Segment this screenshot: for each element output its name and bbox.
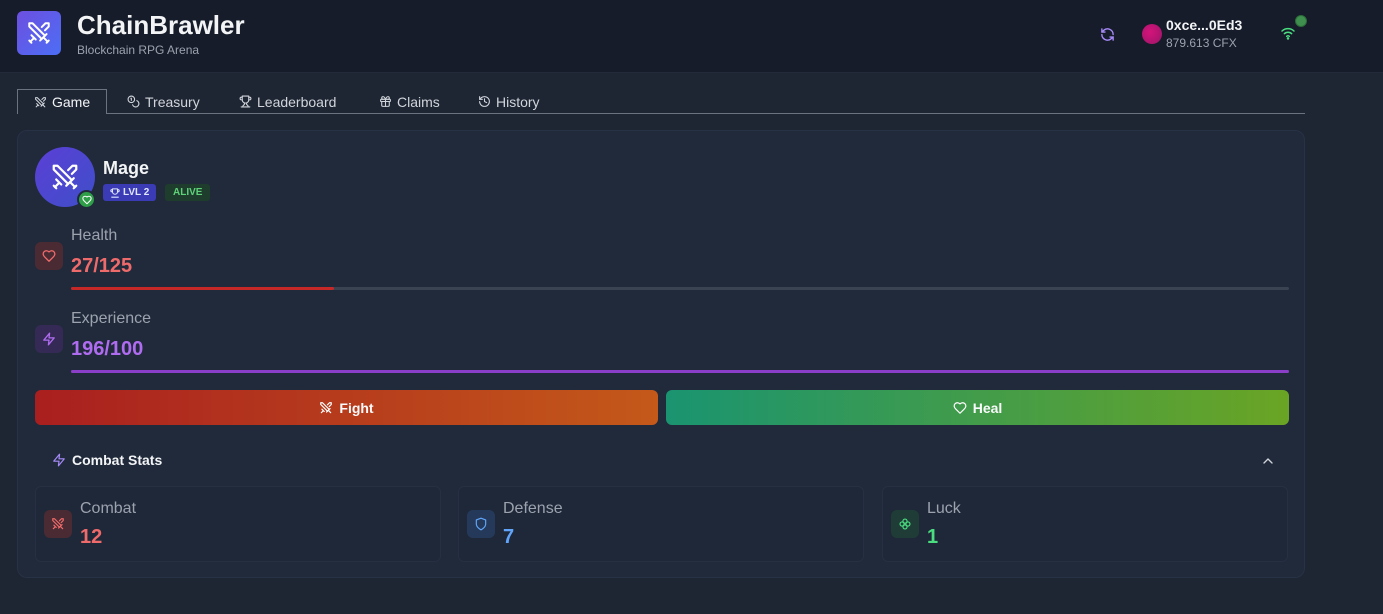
stat-label: Combat [80,500,137,517]
combat-stats-header[interactable]: Combat Stats [52,451,162,469]
experience-bar-fill [71,370,1289,373]
wifi-icon [1281,27,1295,40]
tab-history[interactable]: History [478,89,540,114]
refresh-button[interactable] [1098,25,1116,43]
shield-icon [475,517,487,531]
swords-icon [320,401,333,413]
wallet-address[interactable]: 0xce...0Ed3 [1166,17,1242,33]
trophy-icon [110,187,120,198]
fight-label: Fight [339,399,374,416]
health-bar-fill [71,287,335,290]
tab-game[interactable]: Game [17,89,108,114]
heal-button[interactable]: Heal [666,390,1289,425]
tab-label: Claims [397,93,440,110]
experience-label: Experience [71,310,152,327]
heart-icon [81,195,92,204]
stat-icon-box [467,510,495,538]
chevron-up-icon[interactable] [1260,453,1276,469]
refresh-icon [1100,27,1114,41]
tab-label: Game [52,94,91,110]
stat-value: 1 [927,526,939,548]
lightning-icon [43,332,55,346]
stat-icon-box [891,510,919,538]
app-header: ChainBrawler Blockchain RPG Arena 0xce..… [0,0,1383,73]
experience-bar [71,370,1289,373]
tab-label: Leaderboard [257,93,337,110]
character-card: Mage LVL 2 ALIVE Health 27/125 Experienc… [17,130,1305,578]
health-icon-box [35,242,63,270]
tab-label: History [496,93,540,110]
experience-icon-box [35,325,63,353]
history-icon [479,96,490,107]
character-name: Mage [103,158,150,178]
experience-value: 196/100 [71,338,144,360]
stat-card-luck: Luck 1 [882,486,1288,562]
gift-icon [380,96,391,107]
status-badge: ALIVE [165,184,211,201]
wallet-avatar[interactable] [1142,24,1162,44]
tab-treasury[interactable]: Treasury [127,89,200,114]
app-subtitle: Blockchain RPG Arena [77,43,200,57]
app-title: ChainBrawler [77,10,245,40]
stat-label: Defense [503,500,563,517]
level-label: LVL 2 [123,187,150,198]
level-badge: LVL 2 [103,184,157,201]
tab-leaderboard[interactable]: Leaderboard [239,89,336,114]
alive-indicator [77,190,96,209]
swords-icon [52,164,78,190]
tab-claims[interactable]: Claims [379,89,440,114]
lightning-icon [53,453,65,467]
stat-card-combat: Combat 12 [35,486,441,562]
stat-value: 7 [503,526,515,548]
clover-icon [899,518,911,530]
swords-icon [28,22,50,44]
heart-icon [42,250,56,262]
swords-icon [52,518,64,530]
combat-stats-title: Combat Stats [72,452,163,468]
wallet-balance: 879.613 CFX [1166,36,1237,50]
heal-label: Heal [972,399,1003,416]
trophy-icon [239,95,252,108]
swords-icon [35,96,46,107]
stat-value: 12 [80,526,103,548]
health-label: Health [71,227,118,244]
fight-button[interactable]: Fight [35,390,658,425]
stat-card-defense: Defense 7 [458,486,864,562]
main-tabs: Game Treasury Leaderboard Claims History [17,89,1305,114]
stat-icon-box [44,510,72,538]
coins-icon [127,95,140,108]
app-logo [17,11,61,55]
heart-icon [953,401,967,414]
tab-label: Treasury [145,93,200,110]
health-bar [71,287,1289,290]
health-value: 27/125 [71,255,133,277]
connection-status-dot [1295,15,1307,27]
stat-label: Luck [927,500,961,517]
